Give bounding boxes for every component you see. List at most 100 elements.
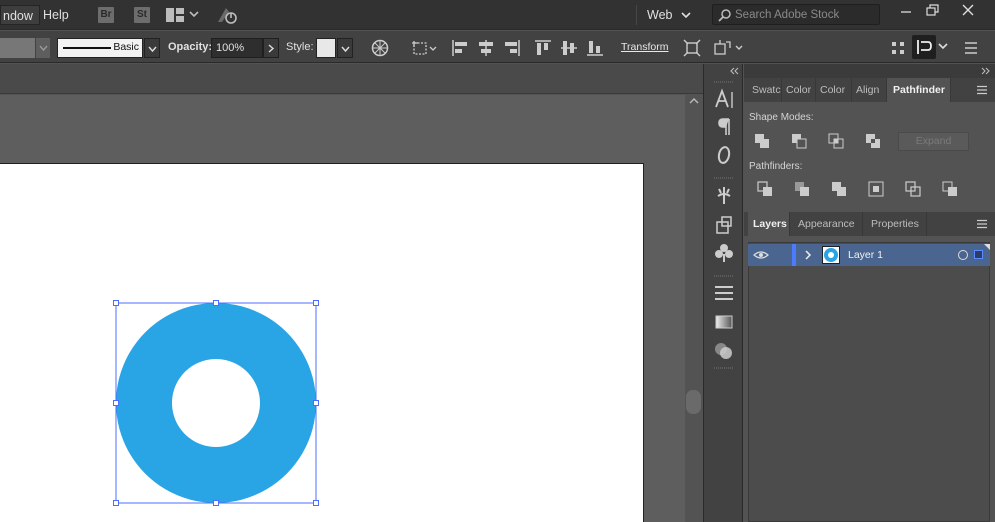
paragraph-panel-icon[interactable] [712,116,736,138]
divide-icon[interactable] [757,181,773,197]
layer-name[interactable]: Layer 1 [848,249,883,261]
merge-icon[interactable] [831,181,847,197]
stroke-profile-select[interactable]: Basic [57,38,143,58]
align-to-selection-icon[interactable] [410,38,438,58]
chevron-down-icon[interactable] [938,43,948,51]
character-panel-icon[interactable] [712,88,736,110]
layers-tab-group: Layers Appearance Properties [744,212,995,236]
exclude-icon[interactable] [865,133,881,149]
selection-handle[interactable] [113,400,119,406]
workspace-switcher[interactable]: Web [636,5,698,25]
tab-layers[interactable]: Layers [748,212,790,236]
transparency-panel-icon[interactable] [712,340,736,362]
graphic-style-swatch[interactable] [316,38,336,58]
layer-thumbnail [822,246,840,264]
search-input[interactable] [735,7,875,22]
minus-front-icon[interactable] [791,133,807,149]
scroll-up-icon[interactable] [689,97,699,105]
fill-dropdown[interactable] [36,38,50,58]
unite-icon[interactable] [754,133,770,149]
panel-dock: Swatc Color Color Align Pathfinder Shape… [744,64,995,522]
ring-shape[interactable] [116,303,317,503]
canvas[interactable] [0,95,685,522]
drag-grip-icon[interactable] [712,80,736,84]
graphic-style-dropdown[interactable] [337,38,353,58]
close-button[interactable] [952,0,984,24]
panel-menu-icon[interactable] [976,84,988,96]
search-stock-field[interactable] [712,4,880,25]
tab-appearance[interactable]: Appearance [790,212,863,236]
selection-handle[interactable] [213,500,219,506]
restore-button[interactable] [916,0,948,24]
scrollbar-thumb[interactable] [686,390,701,414]
gradient-panel-icon[interactable] [712,311,736,333]
stroke-profile-dropdown[interactable] [144,38,160,58]
grid-menu-icon[interactable] [888,38,908,58]
tab-color-guide[interactable]: Color [816,78,852,102]
intersect-icon[interactable] [828,133,844,149]
tab-align[interactable]: Align [852,78,887,102]
outline-icon[interactable] [905,181,921,197]
selection-handle[interactable] [213,300,219,306]
align-bottom-icon[interactable] [585,38,605,58]
align-vertical-center-icon[interactable] [559,38,579,58]
isolate-selected-icon[interactable] [682,38,702,58]
trim-icon[interactable] [794,181,810,197]
selection-handle[interactable] [313,300,319,306]
shape-modes-label: Shape Modes: [749,112,814,123]
tab-properties[interactable]: Properties [863,212,927,236]
stroke-profile-label: Basic [113,41,139,53]
expand-layer-chevron-icon[interactable] [800,247,816,263]
panel-menu-icon[interactable] [976,218,988,230]
tab-pathfinder[interactable]: Pathfinder [887,78,951,102]
control-bar-menu-icon[interactable] [961,38,981,58]
menu-bar: ndow Help Br St Web [0,0,995,30]
menu-help[interactable]: Help [39,5,73,25]
selection-handle[interactable] [313,400,319,406]
symbols-panel-icon[interactable] [712,184,736,206]
align-right-icon[interactable] [502,38,522,58]
brushes-panel-icon[interactable] [712,242,736,264]
recolor-artwork-icon[interactable] [370,38,390,58]
layer-row[interactable]: Layer 1 [748,244,990,266]
selection-handle[interactable] [113,500,119,506]
gpu-performance-icon[interactable] [216,6,238,24]
align-horizontal-center-icon[interactable] [476,38,496,58]
tab-swatches[interactable]: Swatc [748,78,782,102]
stroke-panel-icon[interactable] [712,282,736,304]
chevron-down-icon [681,12,691,19]
transform-link[interactable]: Transform [621,41,668,53]
crop-icon[interactable] [868,181,884,197]
style-label: Style: [286,41,314,53]
arrange-panel-button[interactable] [912,35,936,59]
chevron-down-icon[interactable] [189,11,199,19]
opacity-slider-button[interactable] [263,38,279,58]
layer-target-icon[interactable] [958,250,968,260]
opentype-panel-icon[interactable] [712,144,736,166]
expand-button[interactable]: Expand [898,132,969,151]
drag-grip-icon[interactable] [712,176,736,180]
tab-color[interactable]: Color [782,78,816,102]
bridge-button[interactable]: Br [98,7,114,23]
collapse-icon[interactable] [730,67,740,75]
menu-window[interactable]: ndow [0,5,40,25]
opacity-label[interactable]: Opacity: [168,41,212,53]
stock-button[interactable]: St [134,7,150,23]
opacity-input[interactable]: 100% [211,38,263,58]
drag-grip-icon[interactable] [712,366,736,370]
vertical-scrollbar[interactable] [685,95,703,522]
fill-color-swatch[interactable] [0,38,35,58]
transform-options-icon[interactable] [712,38,746,58]
layer-selection-indicator[interactable] [974,250,983,259]
drag-grip-icon[interactable] [712,274,736,278]
minus-back-icon[interactable] [942,181,958,197]
align-top-icon[interactable] [533,38,553,58]
selection-handle[interactable] [113,300,119,306]
expand-icon[interactable] [981,67,991,75]
visibility-eye-icon[interactable] [753,247,769,263]
align-left-icon[interactable] [450,38,470,58]
selection-handle[interactable] [313,500,319,506]
pathfinder-tab-group: Swatc Color Color Align Pathfinder [744,78,995,102]
arrange-documents-icon[interactable] [166,8,184,22]
asset-export-icon[interactable] [712,214,736,236]
